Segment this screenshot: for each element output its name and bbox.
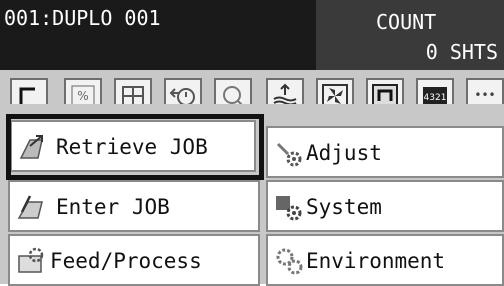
system-gear-icon xyxy=(276,196,302,221)
adjust-button[interactable]: Adjust xyxy=(266,126,504,178)
adjust-label: Adjust xyxy=(306,141,382,165)
job-name: 001:DUPLO 001 xyxy=(0,0,316,70)
wrench-gear-icon xyxy=(276,142,302,167)
enter-job-label: Enter JOB xyxy=(56,195,170,219)
system-label: System xyxy=(306,195,382,219)
system-button[interactable]: System xyxy=(266,180,504,232)
more-text: ••• xyxy=(474,88,495,102)
enter-job-icon xyxy=(17,195,43,219)
count-panel: COUNT 0 SHTS xyxy=(316,0,504,70)
status-header: 001:DUPLO 001 COUNT 0 SHTS xyxy=(0,0,504,70)
environment-label: Environment xyxy=(306,249,446,273)
environment-gears-icon xyxy=(276,248,303,275)
count-value: 0 SHTS xyxy=(425,40,498,64)
count-label: COUNT xyxy=(376,10,437,34)
feed-process-icon xyxy=(18,247,44,273)
feed-process-label: Feed/Process xyxy=(50,249,202,273)
counter-text: 4321 xyxy=(424,93,447,103)
enter-job-button[interactable]: Enter JOB xyxy=(8,180,260,232)
feed-process-button[interactable]: Feed/Process xyxy=(8,234,260,286)
svg-text:%: % xyxy=(77,89,88,103)
environment-button[interactable]: Environment xyxy=(266,234,504,286)
selection-highlight xyxy=(6,114,264,180)
